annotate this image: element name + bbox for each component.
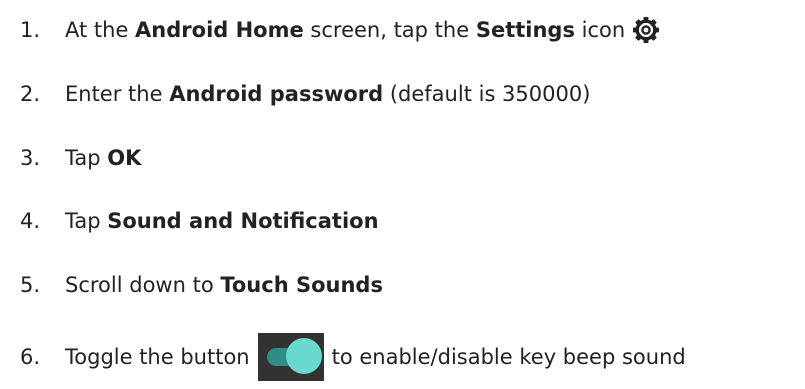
step-text: Enter the: [65, 81, 170, 106]
step-text: (default is 350000): [383, 81, 591, 106]
step-number: 3.: [20, 145, 41, 170]
step-text: At the: [65, 17, 136, 42]
step-text: Toggle the button: [65, 344, 250, 369]
step-emphasis: Touch Sounds: [220, 272, 383, 297]
step-number: 1.: [20, 17, 41, 42]
toggle-switch-icon: [257, 333, 324, 381]
step-number: 2.: [20, 81, 41, 106]
step-5: 5. Scroll down to Touch Sounds: [20, 265, 383, 305]
step-1: 1. At the Android Home screen, tap the S…: [20, 10, 660, 50]
step-emphasis: Android password: [169, 81, 384, 106]
step-number: 4.: [20, 208, 41, 233]
step-text: Tap: [65, 208, 108, 233]
step-3: 3. Tap OK: [20, 138, 141, 178]
instruction-list: 1. At the Android Home screen, tap the S…: [0, 0, 805, 389]
settings-gear-icon: [632, 16, 660, 44]
step-emphasis: Android Home: [135, 17, 304, 42]
step-emphasis: OK: [107, 145, 142, 170]
step-text: screen, tap the: [303, 17, 476, 42]
toggle-knob: [285, 338, 322, 374]
step-emphasis: Settings: [475, 17, 575, 42]
step-number: 6.: [20, 344, 41, 369]
step-text: to enable/disable key beep sound: [331, 344, 686, 369]
step-6: 6. Toggle the button to enable/disable k…: [20, 333, 686, 381]
step-text: icon: [574, 17, 626, 42]
step-text: Tap: [65, 145, 108, 170]
step-text: Scroll down to: [65, 272, 221, 297]
step-4: 4. Tap Sound and Notification: [20, 201, 379, 241]
step-2: 2. Enter the Android password (default i…: [20, 74, 590, 114]
step-emphasis: Sound and Notification: [107, 208, 379, 233]
step-number: 5.: [20, 272, 41, 297]
